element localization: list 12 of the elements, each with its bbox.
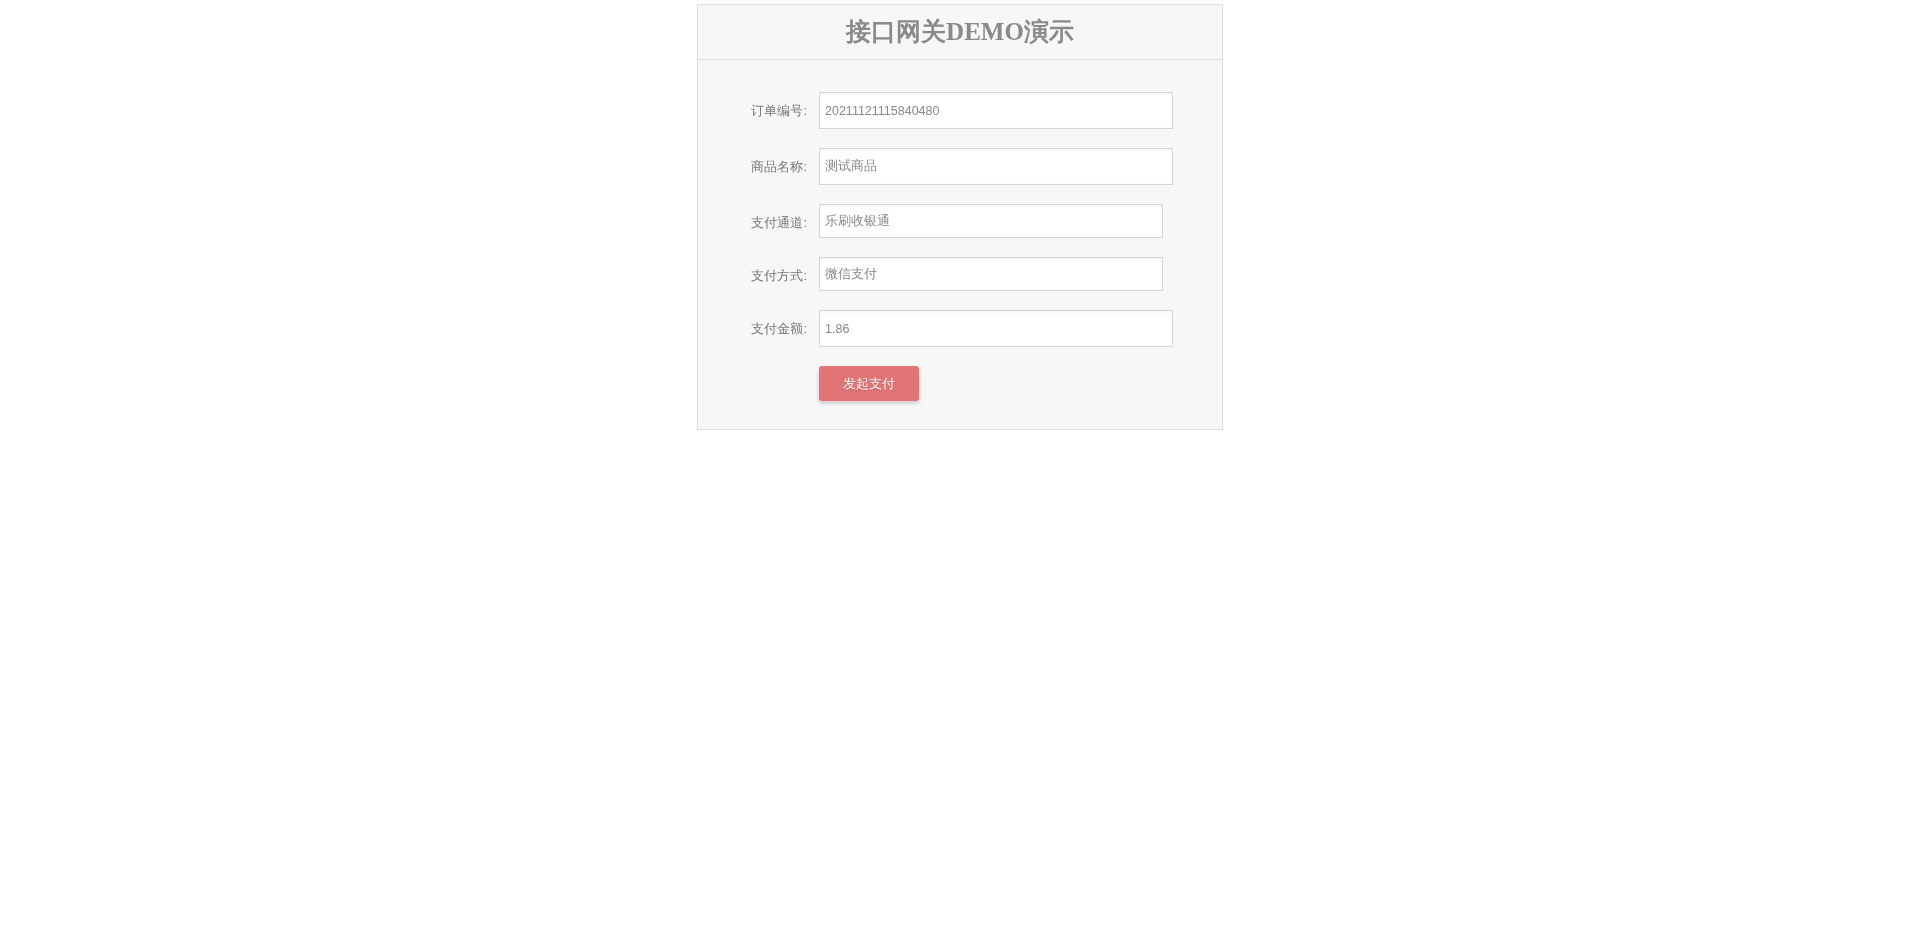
field-label: 支付方式: xyxy=(750,267,807,285)
field-label: 支付通道: xyxy=(750,214,807,232)
select-field[interactable]: 微信支付 xyxy=(819,257,1163,291)
pay-button[interactable]: 发起支付 xyxy=(819,366,919,401)
page-title: 接口网关DEMO演示 xyxy=(846,17,1074,47)
field-label: 订单编号: xyxy=(750,102,807,120)
field-label: 支付金额: xyxy=(750,320,807,338)
select-field[interactable]: 乐刷收银通 xyxy=(819,204,1163,238)
input-field[interactable]: 1.86 xyxy=(819,310,1173,347)
input-field[interactable]: 测试商品 xyxy=(819,148,1173,185)
input-field[interactable]: 20211121115840480 xyxy=(819,92,1173,129)
field-label: 商品名称: xyxy=(750,158,807,176)
